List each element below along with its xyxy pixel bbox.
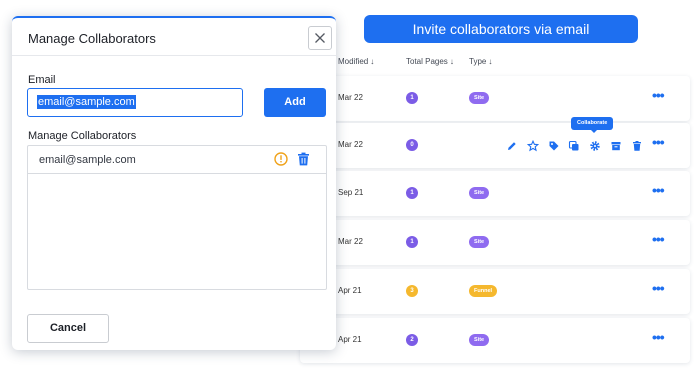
cancel-button[interactable]: Cancel (27, 314, 109, 343)
edit-icon[interactable] (506, 139, 518, 151)
more-options-icon[interactable]: ••• (652, 134, 665, 150)
trash-icon[interactable] (297, 152, 310, 166)
header-divider (12, 55, 336, 56)
table-header: Modified ↓ Total Pages ↓ Type ↓ (300, 52, 690, 72)
collaborators-list: email@sample.com (27, 145, 327, 290)
page-count-badge: 2 (406, 334, 418, 346)
modified-date: Apr 21 (338, 286, 362, 295)
email-field[interactable]: email@sample.com (27, 88, 243, 117)
stage: Modified ↓ Total Pages ↓ Type ↓ Mar 22 1 Si… (0, 0, 700, 368)
sort-arrow-icon: ↓ (370, 57, 375, 66)
email-field-value: email@sample.com (37, 95, 136, 109)
projects-table: Modified ↓ Total Pages ↓ Type ↓ Mar 22 1 Si… (300, 40, 690, 364)
page-count-badge: 3 (406, 285, 418, 297)
page-count-badge: 1 (406, 236, 418, 248)
type-badge: Site (469, 187, 490, 199)
list-item: email@sample.com (28, 146, 326, 174)
table-row[interactable]: Sep 21 1 Site ••• (300, 171, 690, 216)
collaborators-label: Manage Collaborators (28, 130, 137, 142)
dialog-title: Manage Collaborators (28, 31, 156, 46)
tag-icon[interactable] (548, 139, 560, 151)
warning-icon[interactable] (274, 152, 288, 166)
page-count-badge: 0 (406, 139, 418, 151)
modified-date: Sep 21 (338, 188, 364, 197)
table-row[interactable]: Apr 21 3 Funnel ••• (300, 269, 690, 314)
collaborate-tooltip: Collaborate (571, 117, 614, 133)
duplicate-icon[interactable] (568, 139, 580, 151)
page-count-badge: 1 (406, 187, 418, 199)
more-options-icon[interactable]: ••• (652, 329, 665, 345)
modified-date: Mar 22 (338, 237, 363, 246)
add-button[interactable]: Add (264, 88, 326, 117)
modified-date: Apr 21 (338, 335, 362, 344)
gear-icon[interactable] (589, 139, 601, 151)
type-badge: Funnel (469, 285, 498, 297)
manage-collaborators-dialog: Manage Collaborators Email email@sample.… (12, 16, 336, 350)
more-options-icon[interactable]: ••• (652, 87, 665, 103)
sort-arrow-icon: ↓ (449, 57, 454, 66)
type-badge: Site (469, 236, 490, 248)
star-icon[interactable] (526, 139, 540, 152)
modified-date: Mar 22 (338, 140, 363, 149)
collaborator-email: email@sample.com (39, 154, 136, 166)
more-options-icon[interactable]: ••• (652, 231, 665, 247)
type-badge: Site (469, 334, 490, 346)
close-button[interactable] (308, 26, 332, 50)
table-row[interactable]: Mar 22 0 Collaborate ••• (300, 117, 690, 168)
table-row[interactable]: Mar 22 1 Site ••• (300, 220, 690, 265)
archive-icon[interactable] (610, 139, 622, 151)
close-icon (315, 33, 325, 43)
invite-banner: Invite collaborators via email (364, 15, 638, 43)
more-options-icon[interactable]: ••• (652, 280, 665, 296)
header-modified[interactable]: Modified ↓ (338, 57, 374, 66)
table-row[interactable]: Mar 22 1 Site ••• (300, 76, 690, 121)
table-row[interactable]: Apr 21 2 Site ••• (300, 318, 690, 363)
trash-icon[interactable] (631, 139, 643, 151)
type-badge: Site (469, 92, 490, 104)
page-count-badge: 1 (406, 92, 418, 104)
more-options-icon[interactable]: ••• (652, 182, 665, 198)
header-type[interactable]: Type ↓ (469, 57, 492, 66)
modified-date: Mar 22 (338, 93, 363, 102)
email-label: Email (28, 74, 56, 86)
sort-arrow-icon: ↓ (488, 57, 493, 66)
header-total-pages[interactable]: Total Pages ↓ (406, 57, 454, 66)
